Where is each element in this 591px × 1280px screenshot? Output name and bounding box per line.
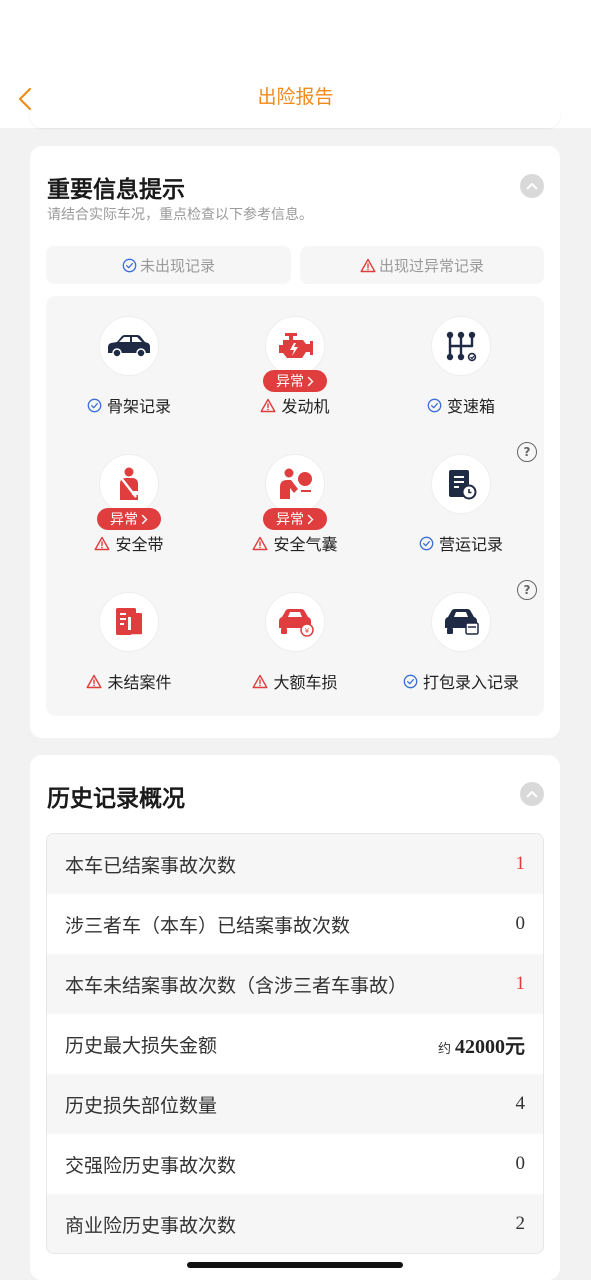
previous-card-edge [30, 112, 560, 128]
chevron-right-icon [307, 376, 314, 386]
row-label: 历史损失部位数量 [65, 1094, 218, 1117]
item-label: 安全带 [115, 535, 164, 554]
legend-no-record: 未出现记录 [46, 246, 291, 284]
warning-triangle-icon [260, 398, 276, 412]
home-indicator[interactable] [187, 1262, 403, 1268]
row-label: 交强险历史事故次数 [65, 1154, 237, 1177]
item-label: 安全气囊 [273, 535, 338, 554]
item-label: 打包录入记录 [422, 673, 519, 692]
history-overview-card: 历史记录概况 本车已结案事故次数 1 涉三者车（本车）已结案事故次数 0 本车未… [30, 755, 560, 1280]
history-table: 本车已结案事故次数 1 涉三者车（本车）已结案事故次数 0 本车未结案事故次数（… [46, 833, 544, 1254]
table-row: 历史最大损失金额 约 42000元 [47, 1014, 543, 1074]
gearbox-icon [446, 331, 477, 362]
item-label: 营运记录 [438, 535, 503, 554]
check-circle-icon [122, 258, 137, 272]
row-label: 商业险历史事故次数 [65, 1214, 237, 1237]
important-info-subtitle: 请结合实际车况，重点检查以下参考信息。 [47, 207, 313, 223]
item-engine[interactable]: 异常 发动机 [212, 296, 378, 434]
row-value: 0 [515, 1153, 526, 1174]
item-airbag[interactable]: 异常 安全气囊 [212, 434, 378, 572]
item-label: 骨架记录 [106, 397, 171, 416]
item-gearbox[interactable]: 变速箱 [378, 296, 544, 434]
row-label: 本车已结案事故次数 [65, 854, 237, 877]
table-row: 涉三者车（本车）已结案事故次数 0 [47, 894, 543, 954]
row-value: 1 [515, 973, 526, 994]
row-value: 4 [515, 1093, 526, 1114]
seatbelt-icon [120, 467, 138, 500]
table-row: 交强险历史事故次数 0 [47, 1134, 543, 1194]
check-circle-icon [87, 398, 102, 412]
item-major-damage[interactable]: ¥ 大额车损 [212, 572, 378, 710]
collapse-button[interactable] [520, 782, 544, 806]
max-loss-amount: 42000元 [455, 1035, 525, 1058]
item-open-case[interactable]: 未结案件 [46, 572, 212, 710]
car-frame-icon [108, 335, 150, 358]
approx-prefix: 约 [437, 1041, 451, 1057]
chevron-up-icon [526, 791, 538, 798]
check-circle-icon [419, 536, 434, 550]
row-value: 2 [515, 1213, 526, 1234]
item-frame-record[interactable]: 骨架记录 [46, 296, 212, 434]
history-overview-title: 历史记录概况 [47, 786, 185, 812]
item-operation-record[interactable]: ? 营运记录 [378, 434, 544, 572]
abnormal-badge[interactable]: 异常 [263, 508, 327, 530]
chevron-up-icon [526, 183, 538, 190]
item-bundle-entry[interactable]: ? 打包录入记录 [378, 572, 544, 710]
table-row: 本车未结案事故次数（含涉三者车事故） 1 [47, 954, 543, 1014]
major-damage-icon: ¥ [279, 609, 314, 637]
item-label: 未结案件 [107, 673, 172, 692]
abnormal-badge[interactable]: 异常 [97, 508, 161, 530]
warning-triangle-icon [252, 536, 268, 550]
operation-record-icon [449, 470, 477, 500]
important-info-card: 重要信息提示 请结合实际车况，重点检查以下参考信息。 未出现记录 出现过异常记录… [30, 146, 560, 738]
warning-triangle-icon [252, 674, 268, 688]
row-value: 1 [515, 853, 526, 874]
check-circle-icon [427, 398, 442, 412]
item-label: 大额车损 [273, 673, 338, 692]
legend-abnormal-record: 出现过异常记录 [300, 246, 544, 284]
open-case-icon [116, 608, 142, 636]
row-label: 历史最大损失金额 [65, 1034, 218, 1057]
help-icon[interactable]: ? [517, 442, 537, 462]
collapse-button[interactable] [520, 174, 544, 198]
legend-abnormal-record-label: 出现过异常记录 [378, 256, 484, 275]
inspection-grid: 骨架记录 异常 发动机 变速箱 异常 安全带 异常 安全气囊 ? 营运记录 未结… [46, 296, 544, 716]
important-info-title: 重要信息提示 [47, 177, 185, 203]
warning-triangle-icon [94, 536, 110, 550]
row-value: 约 42000元 [438, 1030, 525, 1059]
top-bar: 出险报告 [0, 0, 591, 128]
airbag-icon [280, 468, 312, 499]
row-label: 本车未结案事故次数（含涉三者车事故） [65, 974, 408, 997]
chevron-right-icon [307, 514, 314, 524]
check-circle-icon [403, 674, 418, 688]
row-value: 0 [515, 913, 526, 934]
warning-triangle-icon [360, 258, 376, 272]
bundle-entry-icon [445, 609, 479, 635]
abnormal-badge[interactable]: 异常 [263, 370, 327, 392]
chevron-right-icon [141, 514, 148, 524]
engine-icon [279, 333, 313, 358]
item-label: 发动机 [281, 397, 330, 416]
help-icon[interactable]: ? [517, 580, 537, 600]
warning-triangle-icon [86, 674, 102, 688]
row-label: 涉三者车（本车）已结案事故次数 [65, 914, 351, 937]
table-row: 商业险历史事故次数 2 [47, 1194, 543, 1253]
svg-text:¥: ¥ [305, 627, 310, 635]
legend-no-record-label: 未出现记录 [139, 256, 215, 275]
page-title: 出险报告 [257, 86, 334, 108]
item-seatbelt[interactable]: 异常 安全带 [46, 434, 212, 572]
item-label: 变速箱 [446, 397, 495, 416]
table-row: 历史损失部位数量 4 [47, 1074, 543, 1134]
table-row: 本车已结案事故次数 1 [47, 834, 543, 894]
